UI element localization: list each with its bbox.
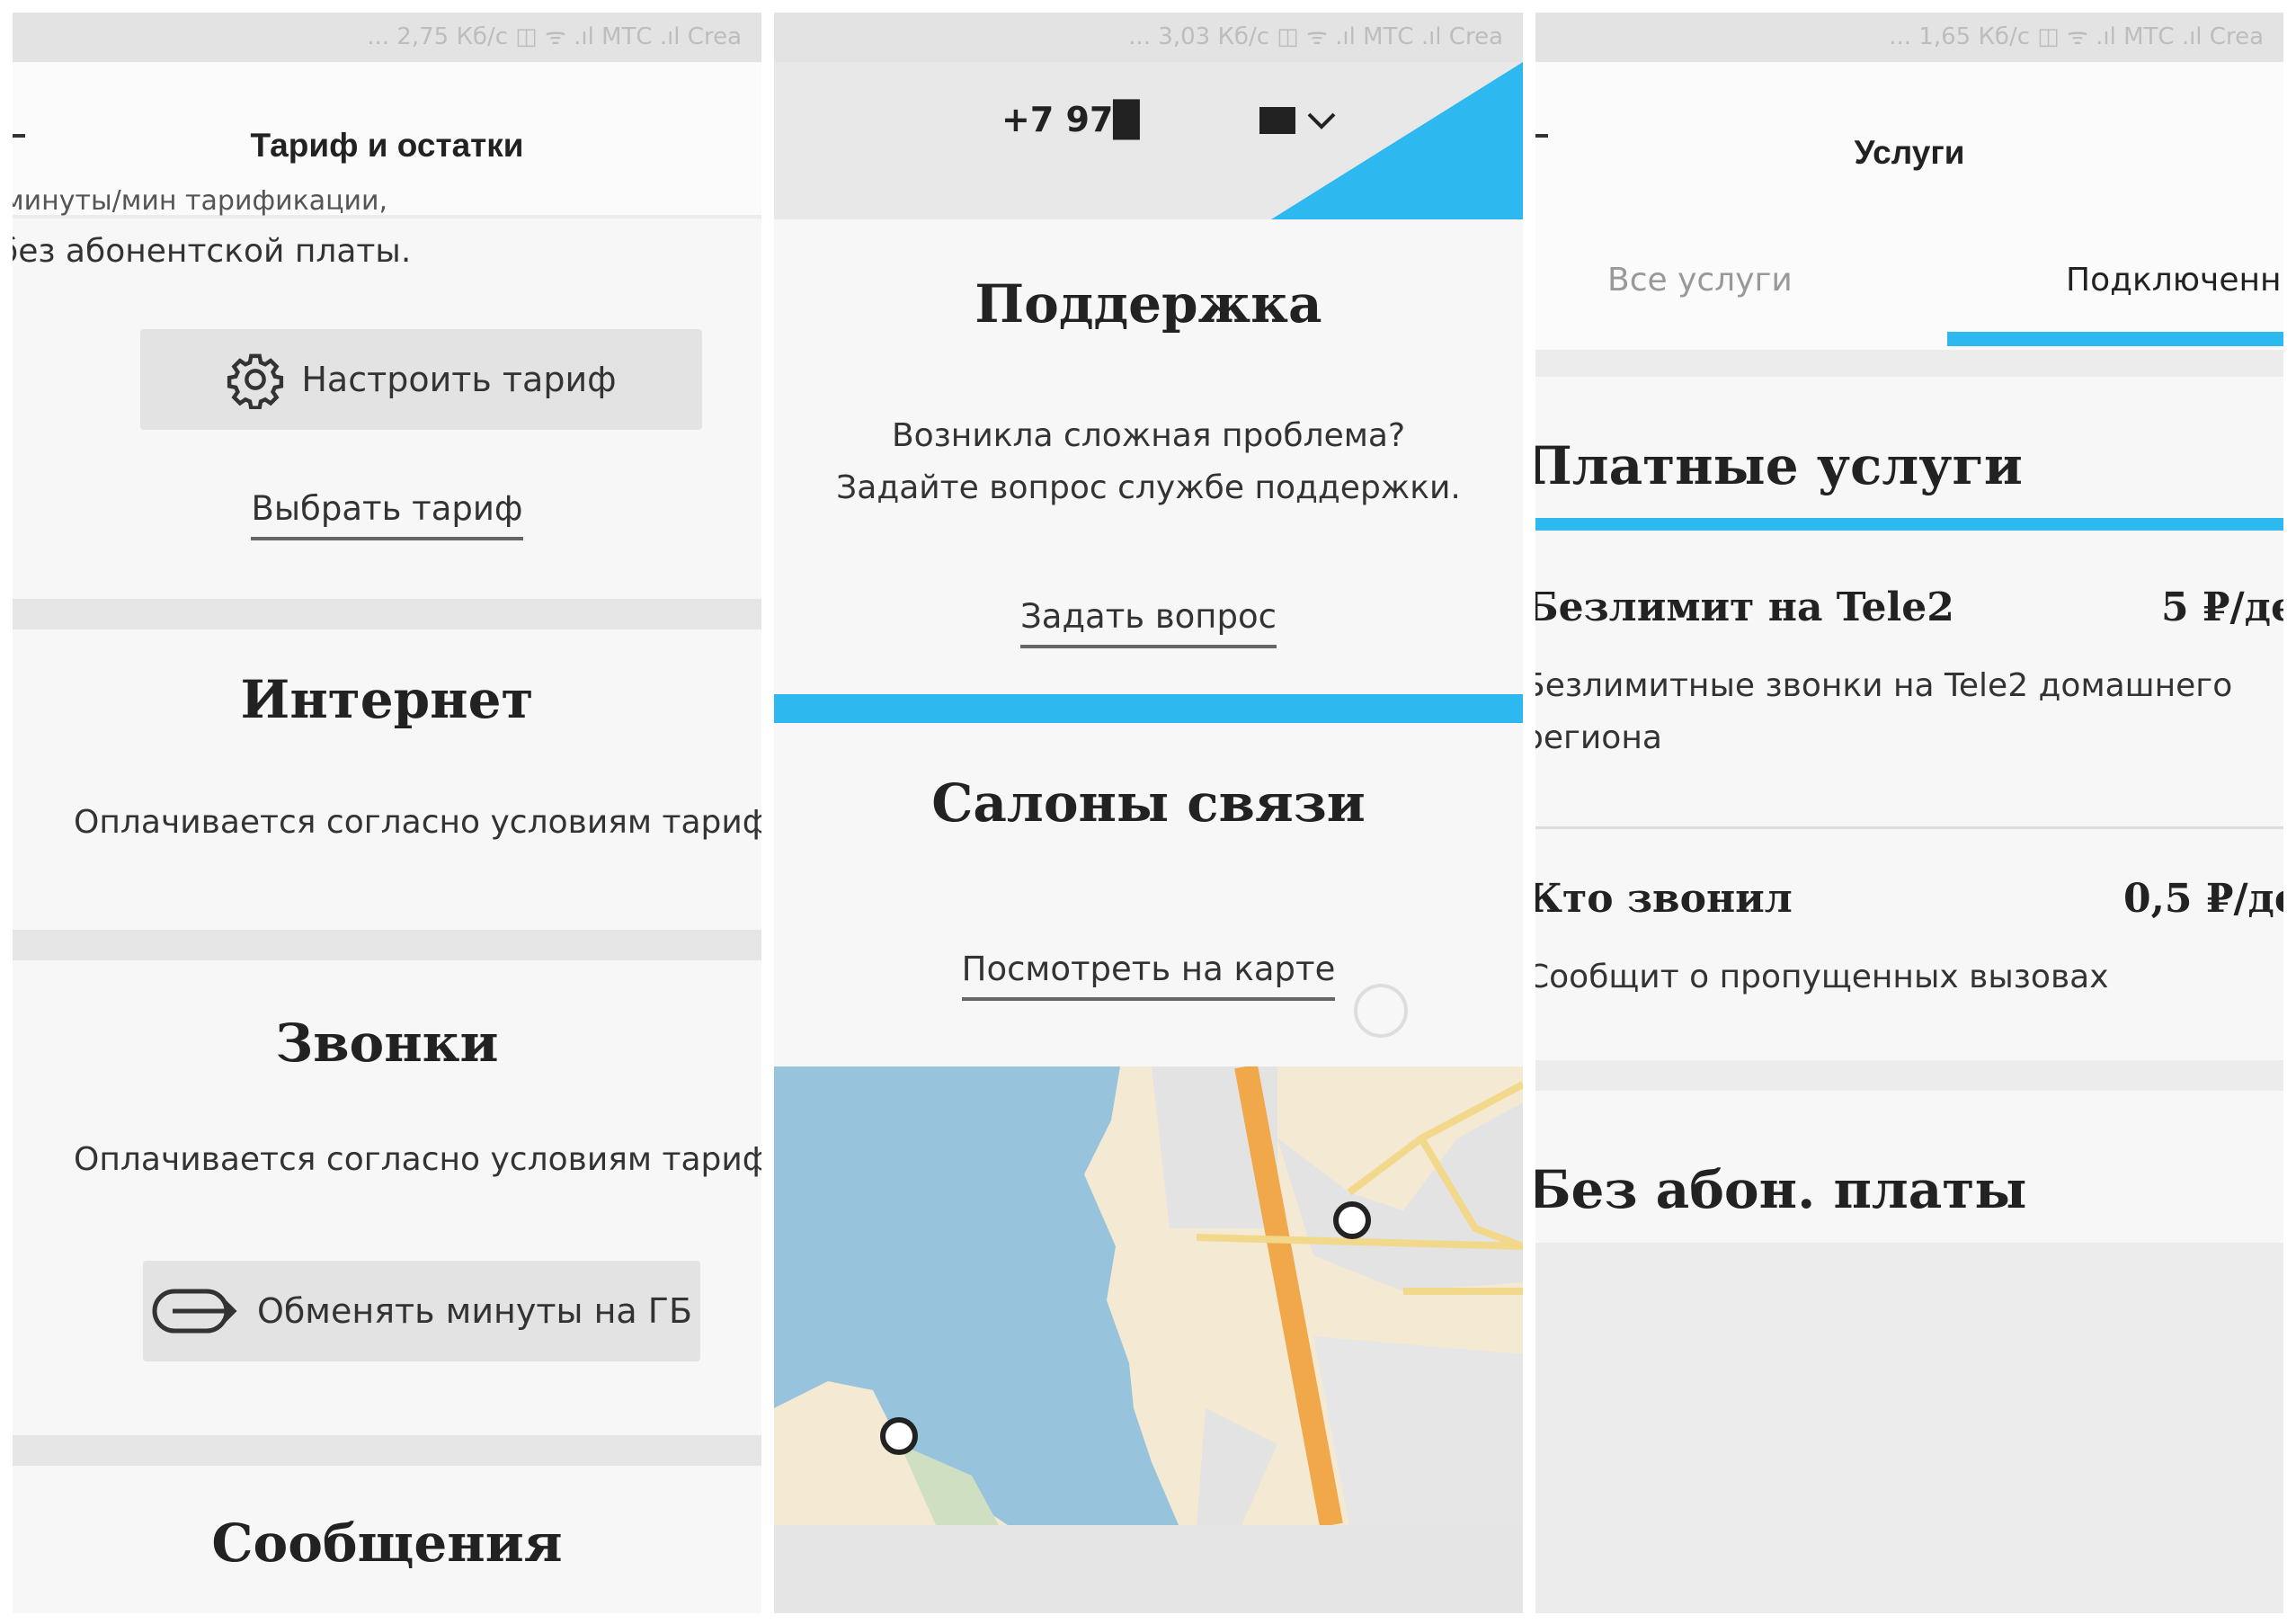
- support-line1: Возникла сложная проблема?: [891, 417, 1406, 454]
- free-services-heading: Без абон. платы: [1535, 1159, 2027, 1220]
- active-tab-indicator: [1947, 332, 2283, 346]
- tariff-description-line2: без абонентской платы.: [13, 233, 412, 270]
- list-divider: [1535, 826, 2283, 829]
- section-divider: [1535, 1060, 2283, 1091]
- support-line2: Задайте вопрос службе поддержки.: [836, 469, 1461, 506]
- account-header: +7 97█: [774, 62, 1523, 219]
- section-divider: [13, 930, 761, 960]
- exchange-icon: [152, 1289, 237, 1334]
- services-screen: ... 1,65 Кб/с ◫ ᯤ .ıl МТС .ıl Crea Услуг…: [1535, 13, 2283, 1613]
- salons-map[interactable]: [774, 1066, 1523, 1525]
- calls-heading: Звонки: [275, 1013, 499, 1074]
- service-name: Кто звонил: [1535, 876, 1793, 922]
- calls-text: Оплачивается согласно условиям тарифа: [74, 1141, 761, 1178]
- section-divider: [13, 599, 761, 629]
- page-title: Тариф и остатки: [250, 127, 524, 164]
- view-on-map-link[interactable]: Посмотреть на карте: [774, 950, 1523, 1001]
- phone-number[interactable]: +7 97█: [1001, 100, 1140, 139]
- service-description-line1: Сообщит о пропущенных вызовах: [1535, 959, 2109, 995]
- configure-tariff-label: Настроить тариф: [301, 360, 617, 399]
- ask-question-label: Задать вопрос: [1020, 597, 1277, 648]
- tariff-screen: ... 2,75 Кб/с ◫ ᯤ .ıl МТС .ıl Crea Тариф…: [13, 13, 761, 1613]
- salon-map-pin[interactable]: [1333, 1201, 1371, 1239]
- internet-heading: Интернет: [240, 669, 534, 730]
- map-locate-control[interactable]: [1354, 984, 1408, 1038]
- status-bar-text: ... 1,65 Кб/с ◫ ᯤ .ıl МТС .ıl Crea: [1889, 23, 2264, 50]
- salons-heading-text: Салоны связи: [931, 772, 1366, 839]
- choose-tariff-link[interactable]: Выбрать тариф: [13, 489, 761, 540]
- service-price: 5 ₽/день: [2161, 584, 2283, 630]
- internet-text: Оплачивается согласно условиям тарифа: [74, 804, 761, 841]
- support-screen: ... 3,03 Кб/с ◫ ᯤ .ıl МТС .ıl Crea +7 97…: [774, 13, 1523, 1613]
- accent-corner-shape: [1271, 62, 1523, 219]
- support-heading: Поддержка: [774, 273, 1523, 340]
- service-description-line1: Безлимитные звонки на Tele2 домашнего: [1535, 667, 2233, 704]
- empty-area: [1535, 1243, 2283, 1613]
- ask-question-link[interactable]: Задать вопрос: [774, 597, 1523, 648]
- messages-heading: Сообщения: [211, 1512, 563, 1574]
- salon-map-pin[interactable]: [880, 1417, 918, 1455]
- service-description-line2: региона: [1535, 719, 1662, 756]
- status-bar-text: ... 3,03 Кб/с ◫ ᯤ .ıl МТС .ıl Crea: [1128, 23, 1503, 50]
- service-price: 0,5 ₽/день: [2123, 876, 2283, 922]
- exchange-minutes-button[interactable]: Обменять минуты на ГБ: [143, 1261, 700, 1361]
- salons-heading: Салоны связи: [774, 772, 1523, 839]
- accent-underline: [1535, 518, 2283, 531]
- gear-icon: [227, 353, 284, 409]
- tariff-description-line1: минуты/мин тарификации,: [13, 185, 388, 217]
- status-bar: ... 1,65 Кб/с ◫ ᯤ .ıl МТС .ıl Crea: [1535, 13, 2283, 62]
- section-divider: [13, 1435, 761, 1466]
- status-bar-text: ... 2,75 Кб/с ◫ ᯤ .ıl МТС .ıl Crea: [367, 23, 742, 50]
- tab-all-services[interactable]: Все услуги: [1607, 262, 1793, 299]
- accent-divider: [774, 694, 1523, 723]
- configure-tariff-button[interactable]: Настроить тариф: [140, 329, 702, 430]
- page-title: Услуги: [1854, 134, 1965, 171]
- section-divider: [1535, 350, 2283, 377]
- view-on-map-label: Посмотреть на карте: [961, 950, 1336, 1001]
- exchange-minutes-label: Обменять минуты на ГБ: [256, 1291, 693, 1331]
- map-footer: [774, 1525, 1523, 1613]
- app-header: Услуги Все услуги Подключенные: [1535, 62, 2283, 350]
- support-heading-text: Поддержка: [974, 273, 1322, 340]
- tab-connected-services[interactable]: Подключенные: [2066, 262, 2283, 299]
- service-name: Безлимит на Tele2: [1535, 584, 1954, 630]
- paid-services-heading: Платные услуги: [1535, 435, 2023, 496]
- status-bar: ... 2,75 Кб/с ◫ ᯤ .ıl МТС .ıl Crea: [13, 13, 761, 62]
- status-bar: ... 3,03 Кб/с ◫ ᯤ .ıl МТС .ıl Crea: [774, 13, 1523, 62]
- choose-tariff-label: Выбрать тариф: [251, 489, 523, 540]
- map-graphic: [774, 1066, 1523, 1525]
